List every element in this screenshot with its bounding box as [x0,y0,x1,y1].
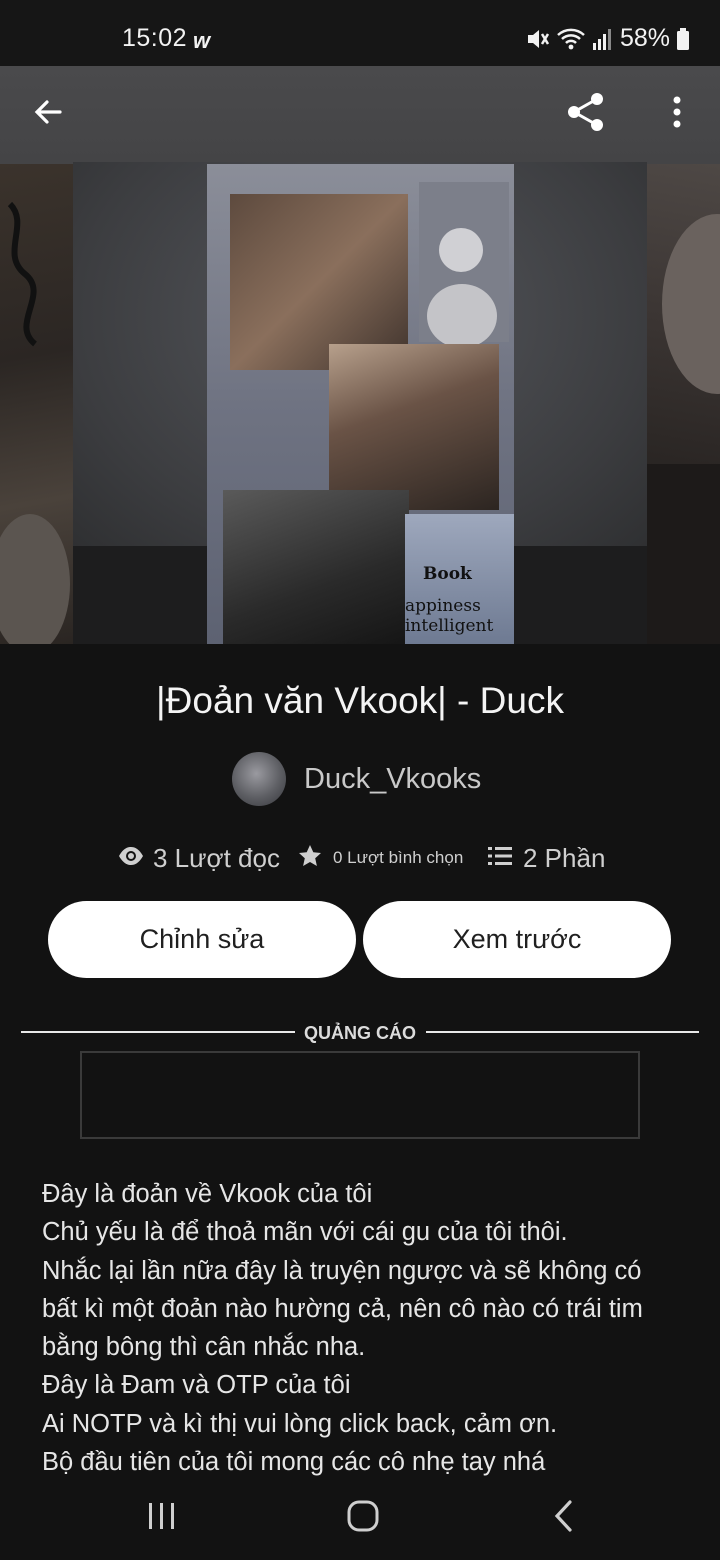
ad-divider-left [21,1031,295,1033]
share-button[interactable] [560,88,612,140]
star-icon [298,844,322,873]
ad-slot[interactable] [80,1051,640,1139]
arrow-left-icon [32,96,64,133]
home-icon [346,1499,380,1538]
author-row[interactable]: Duck_Vkooks [232,752,481,806]
description-line: Đây là Đam và OTP của tôi [42,1371,351,1400]
ad-divider-right [426,1031,699,1033]
preview-button[interactable]: Xem trước [363,901,671,978]
next-cover[interactable] [647,164,720,644]
status-icons: 58% [524,24,690,53]
more-options-button[interactable] [651,88,703,140]
status-bar: 15:02 w 58% [0,0,720,66]
description-line: Ai NOTP và kì thị vui lòng click back, c… [42,1409,558,1438]
description-line: Bộ đầu tiên của tôi mong các cô nhẹ tay … [42,1448,546,1477]
share-icon [564,90,608,139]
wifi-icon [556,26,586,52]
mute-icon [524,26,550,52]
story-title: |Đoản văn Vkook| - Duck [156,680,564,721]
chevron-left-icon [552,1499,576,1538]
battery-percent: 58% [619,24,670,52]
cover-text-happiness: appiness [405,596,481,616]
edit-button[interactable]: Chỉnh sửa [48,901,356,978]
previous-cover[interactable] [0,164,73,644]
recent-apps-button[interactable] [138,1498,186,1538]
avatar[interactable] [232,752,286,806]
system-back-button[interactable] [540,1498,588,1538]
parts-count: 2 Phần [523,842,606,873]
recent-apps-icon [146,1501,178,1536]
back-button[interactable] [22,88,74,140]
parts-stat: 2 Phần [488,836,605,880]
ad-label: QUẢNG CÁO [304,1023,416,1043]
cover-text-book: Book [423,564,472,584]
votes-stat: 0 Lượt bình chọn [298,836,463,880]
eye-icon [118,846,144,871]
list-icon [488,846,512,871]
w-icon: w [193,28,211,53]
toolbar [0,66,720,162]
description-line: Nhắc lại lần nữa đây là truyện ngược và … [42,1256,642,1285]
more-vertical-icon [671,95,683,134]
description-line: Chủ yếu là để thoả mãn với cái gu của tô… [42,1218,568,1247]
story-stats: 3 Lượt đọc 0 Lượt bình chọn 2 Phần [0,836,720,880]
reads-stat: 3 Lượt đọc [118,836,280,880]
story-description: Đây là đoản về Vkook của tôi Chủ yếu là … [42,1175,692,1481]
system-navigation-bar [0,1480,720,1560]
home-button[interactable] [339,1498,387,1538]
story-cover[interactable]: Book appiness intelligent [207,164,514,644]
battery-icon [676,27,690,51]
reads-count: 3 Lượt đọc [153,842,280,873]
votes-count: 0 Lượt bình chọn [333,848,464,867]
description-line: bằng bông thì cân nhắc nha. [42,1333,366,1362]
description-line: Đây là đoản về Vkook của tôi [42,1180,373,1208]
author-name[interactable]: Duck_Vkooks [304,763,481,796]
status-time: 15:02 [122,24,188,52]
signal-icon [592,27,612,51]
cover-text-intelligent: intelligent [405,616,494,636]
description-line: bất kì một đoản nào hường cả, nên cô nào… [42,1294,643,1323]
